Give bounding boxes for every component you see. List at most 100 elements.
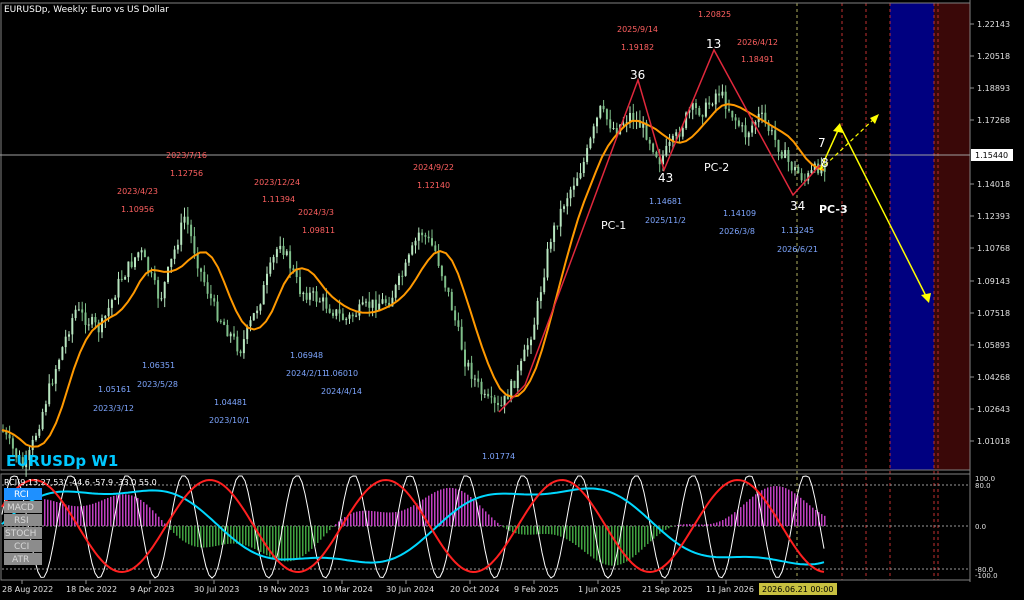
histogram-bar (143, 502, 145, 526)
histogram-bar (773, 486, 775, 526)
low-date-label: 2026/6/21 (777, 245, 818, 254)
histogram-bar (788, 489, 790, 526)
price-label: 1.07518 (977, 309, 1010, 318)
macd-button[interactable]: MACD (4, 501, 42, 513)
candle-body (54, 369, 57, 384)
histogram-bar (506, 526, 508, 530)
candle-body (58, 359, 61, 370)
candle-body (784, 150, 787, 158)
histogram-bar (188, 526, 190, 545)
candle-body (322, 297, 325, 302)
candle-body (655, 152, 658, 157)
cci-button[interactable]: CCI (4, 540, 42, 552)
histogram-bar (407, 508, 409, 526)
candle-body (586, 148, 589, 162)
candle-body (609, 119, 612, 129)
candle-body (236, 336, 239, 352)
histogram-bar (809, 505, 811, 526)
chart-window[interactable]: EURUSDp, Weekly: Euro vs US Dollar EURUS… (0, 0, 1024, 600)
candle-body (698, 107, 701, 116)
histogram-bar (239, 526, 241, 545)
high-date-label: 2026/4/12 (737, 38, 778, 47)
histogram-bar (671, 526, 673, 527)
candle-body (401, 275, 404, 277)
histogram-bar (158, 516, 160, 526)
candle-body (516, 370, 519, 388)
candle-body (371, 299, 374, 308)
candle-body (355, 315, 358, 317)
histogram-bar (107, 497, 109, 526)
candle-body (157, 280, 160, 299)
candle-body (150, 272, 153, 274)
histogram-bar (218, 526, 220, 546)
low-price-label: 1.06948 (290, 351, 323, 360)
current-price-value: 1.15440 (975, 151, 1008, 160)
histogram-bar (392, 512, 394, 526)
rsi-button[interactable]: RSI (4, 514, 42, 526)
price-label: 1.18893 (977, 84, 1010, 93)
histogram-bar (353, 512, 355, 526)
histogram-bar (317, 526, 319, 543)
histogram-bar (611, 526, 613, 566)
histogram-bar (86, 505, 88, 526)
histogram-bar (428, 495, 430, 526)
wave-number: 43 (658, 171, 673, 185)
candle-body (295, 270, 298, 277)
histogram-bar (62, 503, 64, 526)
candle-body (434, 245, 437, 251)
candle-body (61, 347, 64, 360)
candle-body (480, 381, 483, 395)
candle-body (668, 142, 671, 146)
candle-body (315, 291, 318, 302)
candle-body (312, 291, 315, 293)
candle-body (612, 128, 615, 130)
candle-body (721, 91, 724, 96)
candle-body (325, 297, 328, 309)
candle-body (737, 120, 740, 126)
histogram-bar (98, 501, 100, 526)
time-label: 9 Apr 2023 (130, 585, 174, 594)
candle-body (87, 324, 90, 326)
candle-body (444, 276, 447, 288)
high-date-label: 2024/3/3 (298, 208, 334, 217)
candle-body (454, 310, 457, 321)
histogram-bar (560, 526, 562, 537)
candle-body (566, 198, 569, 207)
candle-body (305, 292, 308, 300)
candle-body (282, 245, 285, 255)
stoch-button[interactable]: STOCH (4, 527, 42, 539)
histogram-bar (134, 496, 136, 526)
candle-body (556, 225, 559, 227)
atr-button[interactable]: ATR (4, 553, 42, 565)
chart-title: EURUSDp, Weekly: Euro vs US Dollar (4, 5, 169, 15)
time-label: 10 Mar 2024 (322, 585, 373, 594)
histogram-bar (410, 506, 412, 526)
rci-button[interactable]: RCI (4, 488, 42, 500)
candle-body (266, 273, 268, 286)
level-label: -100.0 (975, 572, 998, 580)
time-label: 21 Sep 2025 (642, 585, 693, 594)
wave-number: 36 (630, 68, 645, 82)
candle-body (467, 362, 470, 367)
histogram-bar (302, 526, 304, 557)
histogram (44, 486, 826, 566)
candle-body (206, 282, 209, 294)
histogram-bar (131, 495, 133, 526)
candle-body (536, 300, 539, 325)
rsi-button-label: RSI (14, 516, 29, 526)
histogram-bar (242, 526, 244, 545)
pc-label: PC-1 (601, 219, 626, 232)
candle-body (500, 405, 503, 407)
candle-body (751, 125, 754, 133)
candle-body (107, 307, 110, 316)
candle-body (470, 362, 473, 379)
histogram-bar (215, 526, 217, 547)
time-label: 28 Aug 2022 (2, 585, 53, 594)
candle-body (147, 257, 150, 273)
candle-body (563, 206, 565, 209)
wave-number: 13 (706, 37, 721, 51)
candle-body (553, 225, 556, 243)
candle-body (262, 285, 265, 305)
high-price-label: 1.20825 (698, 10, 731, 19)
candle-body (460, 326, 463, 350)
